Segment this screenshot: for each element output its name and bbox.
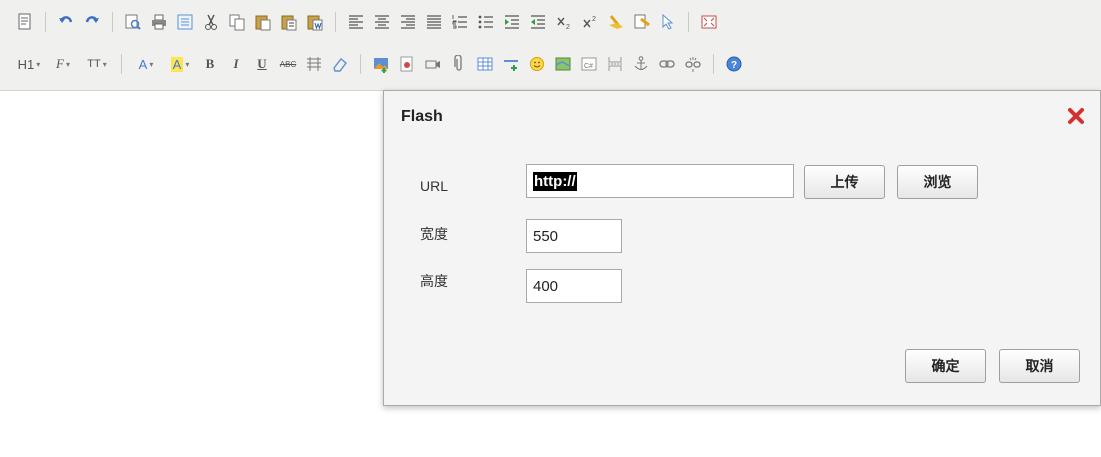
size-label: TT [87, 58, 101, 70]
horizontal-rule-icon[interactable] [500, 53, 522, 75]
flash-dialog: Flash URL http:// 上传 浏览 宽度 550 高度 400 确定… [383, 90, 1101, 406]
toolbar-row-2: H1 ▾ F ▾ TT ▾ A ▾ A ▾ B I U ABC C# ? [14, 50, 745, 78]
chevron-down-icon: ▾ [102, 59, 107, 69]
ok-button[interactable]: 确定 [905, 349, 986, 383]
paste-word-icon[interactable] [304, 11, 326, 33]
cancel-button[interactable]: 取消 [999, 349, 1080, 383]
cut-icon[interactable] [200, 11, 222, 33]
hilitecolor-dropdown[interactable]: A ▾ [165, 53, 195, 75]
image-icon[interactable] [370, 53, 392, 75]
width-value: 550 [533, 227, 559, 245]
toolbar-separator [713, 54, 714, 74]
svg-text:?: ? [731, 60, 737, 71]
code-icon[interactable]: C# [578, 53, 600, 75]
clear-format-icon[interactable] [605, 11, 627, 33]
toolbar-separator [335, 12, 336, 32]
font-name-dropdown[interactable]: F ▾ [48, 53, 78, 75]
hilitecolor-label: A [170, 56, 184, 72]
underline-button[interactable]: U [251, 53, 273, 75]
width-label: 宽度 [420, 226, 448, 242]
page-break-icon[interactable] [604, 53, 626, 75]
outdent-icon[interactable] [527, 11, 549, 33]
fullscreen-icon[interactable] [698, 11, 720, 33]
subscript-icon[interactable]: 2 [553, 11, 575, 33]
select-all-icon[interactable] [631, 11, 653, 33]
toolbar-separator [121, 54, 122, 74]
editor-toolbar: 2 2 H1 ▾ F ▾ TT ▾ A ▾ A ▾ B I U ABC C# ? [0, 0, 1101, 91]
url-label: URL [420, 178, 449, 194]
anchor-icon[interactable] [630, 53, 652, 75]
font-label: F [56, 56, 64, 71]
attachment-icon[interactable] [448, 53, 470, 75]
align-center-icon[interactable] [371, 11, 393, 33]
svg-text:2: 2 [566, 24, 570, 31]
emoticon-icon[interactable] [526, 53, 548, 75]
indent-icon[interactable] [501, 11, 523, 33]
forecolor-label: A [138, 56, 148, 72]
toolbar-separator [112, 12, 113, 32]
map-icon[interactable] [552, 53, 574, 75]
height-input[interactable]: 400 [526, 269, 622, 303]
source-icon[interactable] [14, 11, 36, 33]
heading-dropdown[interactable]: H1 ▾ [14, 53, 44, 75]
italic-button[interactable]: I [225, 53, 247, 75]
paste-icon[interactable] [252, 11, 274, 33]
upload-button[interactable]: 上传 [804, 165, 885, 199]
flash-icon[interactable] [396, 53, 418, 75]
svg-text:C#: C# [584, 63, 593, 70]
chevron-down-icon: ▾ [185, 59, 190, 69]
toolbar-row-1: 2 2 [14, 8, 720, 36]
paste-text-icon[interactable] [278, 11, 300, 33]
toolbar-separator [688, 12, 689, 32]
unlink-icon[interactable] [682, 53, 704, 75]
width-input[interactable]: 550 [526, 219, 622, 253]
toolbar-separator [360, 54, 361, 74]
strikethrough-button[interactable]: ABC [277, 53, 299, 75]
bold-button[interactable]: B [199, 53, 221, 75]
chevron-down-icon: ▾ [65, 59, 70, 69]
toolbar-separator [45, 12, 46, 32]
heading-label: H1 [17, 56, 35, 72]
copy-icon[interactable] [226, 11, 248, 33]
chevron-down-icon: ▾ [36, 59, 41, 69]
superscript-icon[interactable]: 2 [579, 11, 601, 33]
media-icon[interactable] [422, 53, 444, 75]
eraser-icon[interactable] [329, 53, 351, 75]
browse-button[interactable]: 浏览 [897, 165, 978, 199]
chevron-down-icon: ▾ [149, 59, 154, 69]
redo-icon[interactable] [81, 11, 103, 33]
align-left-icon[interactable] [345, 11, 367, 33]
height-label: 高度 [420, 273, 448, 289]
font-size-dropdown[interactable]: TT ▾ [82, 53, 112, 75]
height-value: 400 [533, 277, 559, 295]
preview-icon[interactable] [122, 11, 144, 33]
print-icon[interactable] [148, 11, 170, 33]
close-icon[interactable] [1067, 107, 1085, 125]
ordered-list-icon[interactable] [449, 11, 471, 33]
dialog-title: Flash [401, 108, 443, 125]
table-icon[interactable] [474, 53, 496, 75]
undo-icon[interactable] [55, 11, 77, 33]
forecolor-dropdown[interactable]: A ▾ [131, 53, 161, 75]
template-icon[interactable] [174, 11, 196, 33]
align-right-icon[interactable] [397, 11, 419, 33]
align-justify-icon[interactable] [423, 11, 445, 33]
cursor-icon[interactable] [657, 11, 679, 33]
line-height-icon[interactable] [303, 53, 325, 75]
url-value: http:// [533, 171, 577, 191]
link-icon[interactable] [656, 53, 678, 75]
svg-text:2: 2 [592, 16, 596, 23]
help-icon[interactable]: ? [723, 53, 745, 75]
unordered-list-icon[interactable] [475, 11, 497, 33]
url-input[interactable]: http:// [526, 164, 794, 198]
